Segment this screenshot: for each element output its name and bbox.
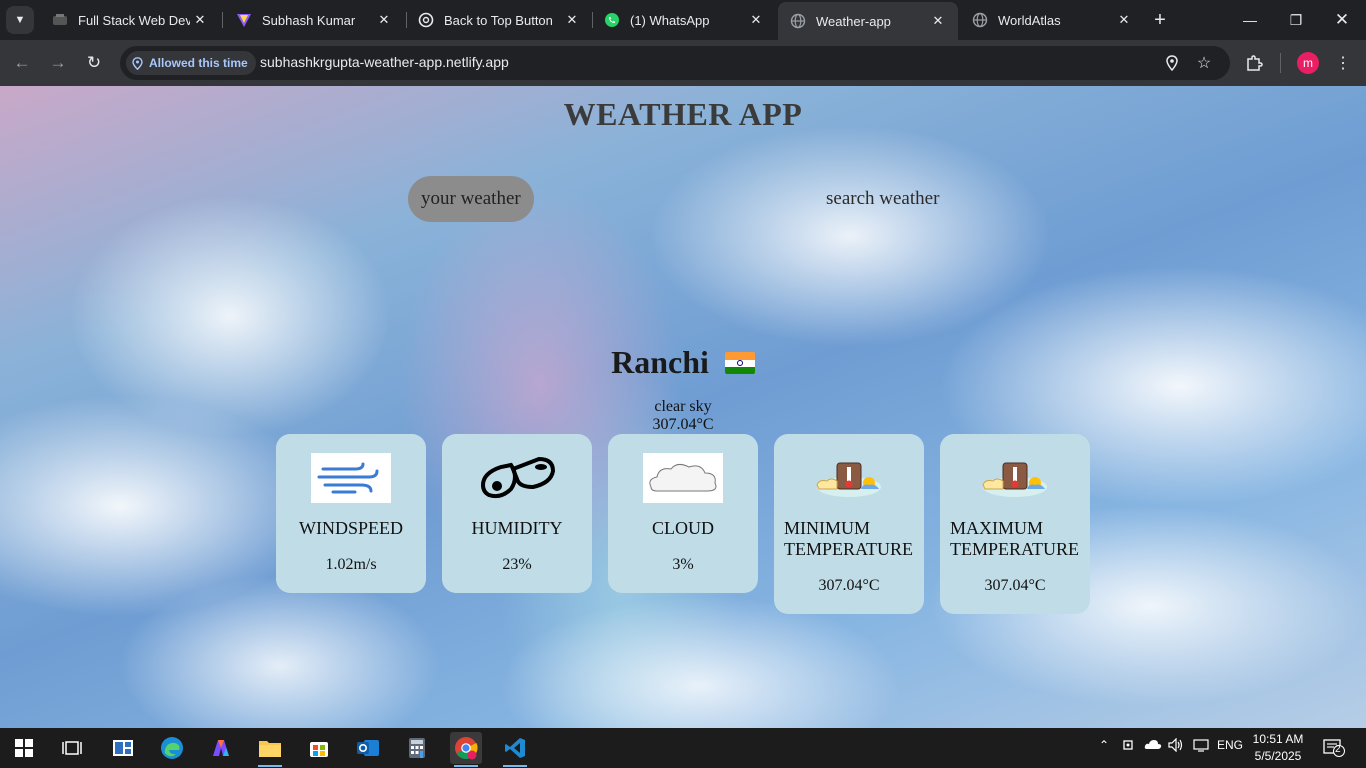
file-explorer-icon[interactable] [254,732,286,767]
widgets-icon[interactable] [107,732,139,764]
chrome-icon[interactable] [450,732,482,767]
tray-camera-icon[interactable] [1120,738,1138,752]
globe-icon [972,12,988,28]
location-icon[interactable] [1162,53,1182,73]
india-flag-icon [724,351,755,374]
profile-avatar[interactable]: m [1297,52,1319,74]
close-window-icon[interactable]: ✕ [1322,6,1362,34]
page-title: WEATHER APP [563,96,803,132]
search-weather-tab[interactable]: search weather [813,176,952,222]
card-label: MAXIMUM TEMPERATURE [950,518,1080,559]
tab-worldatlas[interactable]: WorldAtlas ✕ [960,4,1144,36]
card-label: CLOUD [652,518,714,538]
site-permission-chip[interactable]: Allowed this time [126,51,256,75]
cloud-card: CLOUD 3% [608,434,758,593]
humidity-drops-icon [477,453,557,503]
cloud-icon [643,453,723,503]
close-tab-icon[interactable]: ✕ [1114,10,1134,30]
openai-icon [418,12,434,28]
url-text[interactable]: subhashkrgupta-weather-app.netlify.app [260,54,509,70]
humidity-card: HUMIDITY 23% [442,434,592,593]
tab-search-chevron-icon[interactable]: ▼ [6,6,34,34]
notification-center-icon[interactable]: 2 [1322,738,1346,758]
thermometer-icon [809,453,889,503]
current-temperature: 307.04°C [652,416,714,433]
tray-chevron-up-icon[interactable]: ⌃ [1096,738,1112,752]
course-icon [52,12,68,28]
tab-title: Weather-app [816,13,891,29]
tab-title: WorldAtlas [998,12,1061,28]
onedrive-cloud-icon[interactable] [1142,738,1164,750]
notification-count: 2 [1335,744,1341,755]
tab-title: Back to Top Button [444,12,553,28]
browser-toolbar: ← → ↻ Allowed this time subhashkrgupta-w… [0,40,1366,86]
clock-date: 5/5/2025 [1254,749,1302,763]
min-temperature-card: MINIMUM TEMPERATURE 307.04°C [774,434,924,614]
chrome-menu-icon[interactable]: ⋮ [1331,51,1355,75]
vscode-icon[interactable] [499,732,531,767]
calculator-icon[interactable] [401,732,433,764]
close-tab-icon[interactable]: ✕ [190,10,210,30]
card-label: WINDSPEED [299,518,403,538]
extensions-puzzle-icon[interactable] [1242,51,1266,75]
card-value: 3% [672,556,694,573]
tab-subhash-kumar[interactable]: Subhash Kumar ✕ [224,4,404,36]
back-arrow-icon[interactable]: ← [8,49,36,77]
close-tab-icon[interactable]: ✕ [562,10,582,30]
card-label: HUMIDITY [471,518,563,538]
address-bar[interactable]: Allowed this time subhashkrgupta-weather… [120,46,1230,80]
card-value: 307.04°C [818,577,880,594]
minimize-icon[interactable]: — [1230,6,1270,34]
tab-separator [222,12,223,28]
network-icon[interactable] [1190,738,1212,752]
location-pin-icon [132,56,143,70]
task-view-icon[interactable] [56,732,88,764]
weather-summary: clear sky 307.04°C [0,398,1366,434]
start-icon[interactable] [8,732,40,764]
card-value: 23% [502,556,532,573]
portfolio-icon [236,12,252,28]
globe-icon [790,13,806,29]
your-weather-tab[interactable]: your weather [408,176,534,222]
thermometer-icon [975,453,1055,503]
tab-title: Subhash Kumar [262,12,356,28]
windows-taskbar: ⌃ ENG 10:51 AM 5/5/2025 2 [0,728,1366,768]
restore-icon[interactable]: ❐ [1276,6,1316,34]
reload-icon[interactable]: ↻ [80,49,108,77]
card-label: MINIMUM TEMPERATURE [784,518,914,559]
volume-icon[interactable] [1166,738,1186,752]
forward-arrow-icon[interactable]: → [44,49,72,77]
tab-full-stack[interactable]: Full Stack Web Develo ✕ [40,4,220,36]
tab-title: Full Stack Web Develo [78,12,190,28]
tab-strip: ▼ Full Stack Web Develo ✕ Subhash Kumar … [0,0,1366,40]
wind-icon [311,453,391,503]
store-icon[interactable] [303,732,335,764]
card-value: 1.02m/s [325,556,377,573]
windspeed-card: WINDSPEED 1.02m/s [276,434,426,593]
tab-back-to-top[interactable]: Back to Top Button ✕ [406,4,592,36]
close-tab-icon[interactable]: ✕ [928,11,948,31]
weather-description: clear sky [654,398,712,415]
toolbar-divider [1280,53,1281,73]
city-name: Ranchi [611,344,709,380]
close-tab-icon[interactable]: ✕ [746,10,766,30]
max-temperature-card: MAXIMUM TEMPERATURE 307.04°C [940,434,1090,614]
input-language[interactable]: ENG [1214,738,1246,752]
weather-app-page: WEATHER APP your weather search weather … [0,86,1366,728]
tab-whatsapp[interactable]: (1) WhatsApp ✕ [592,4,776,36]
new-tab-plus-icon[interactable]: + [1148,8,1172,32]
outlook-icon[interactable] [352,732,384,764]
edge-icon[interactable] [156,732,188,764]
close-tab-icon[interactable]: ✕ [374,10,394,30]
copilot-icon[interactable] [205,732,237,764]
card-value: 307.04°C [984,577,1046,594]
permission-chip-label: Allowed this time [149,56,248,70]
tab-weather-app[interactable]: Weather-app ✕ [778,2,958,40]
taskbar-clock[interactable]: 10:51 AM 5/5/2025 [1248,731,1308,765]
bookmark-star-icon[interactable]: ☆ [1194,53,1214,73]
whatsapp-icon [604,12,620,28]
tab-title: (1) WhatsApp [630,12,710,28]
clock-time: 10:51 AM [1252,732,1304,746]
city-heading: Ranchi [0,344,1366,381]
